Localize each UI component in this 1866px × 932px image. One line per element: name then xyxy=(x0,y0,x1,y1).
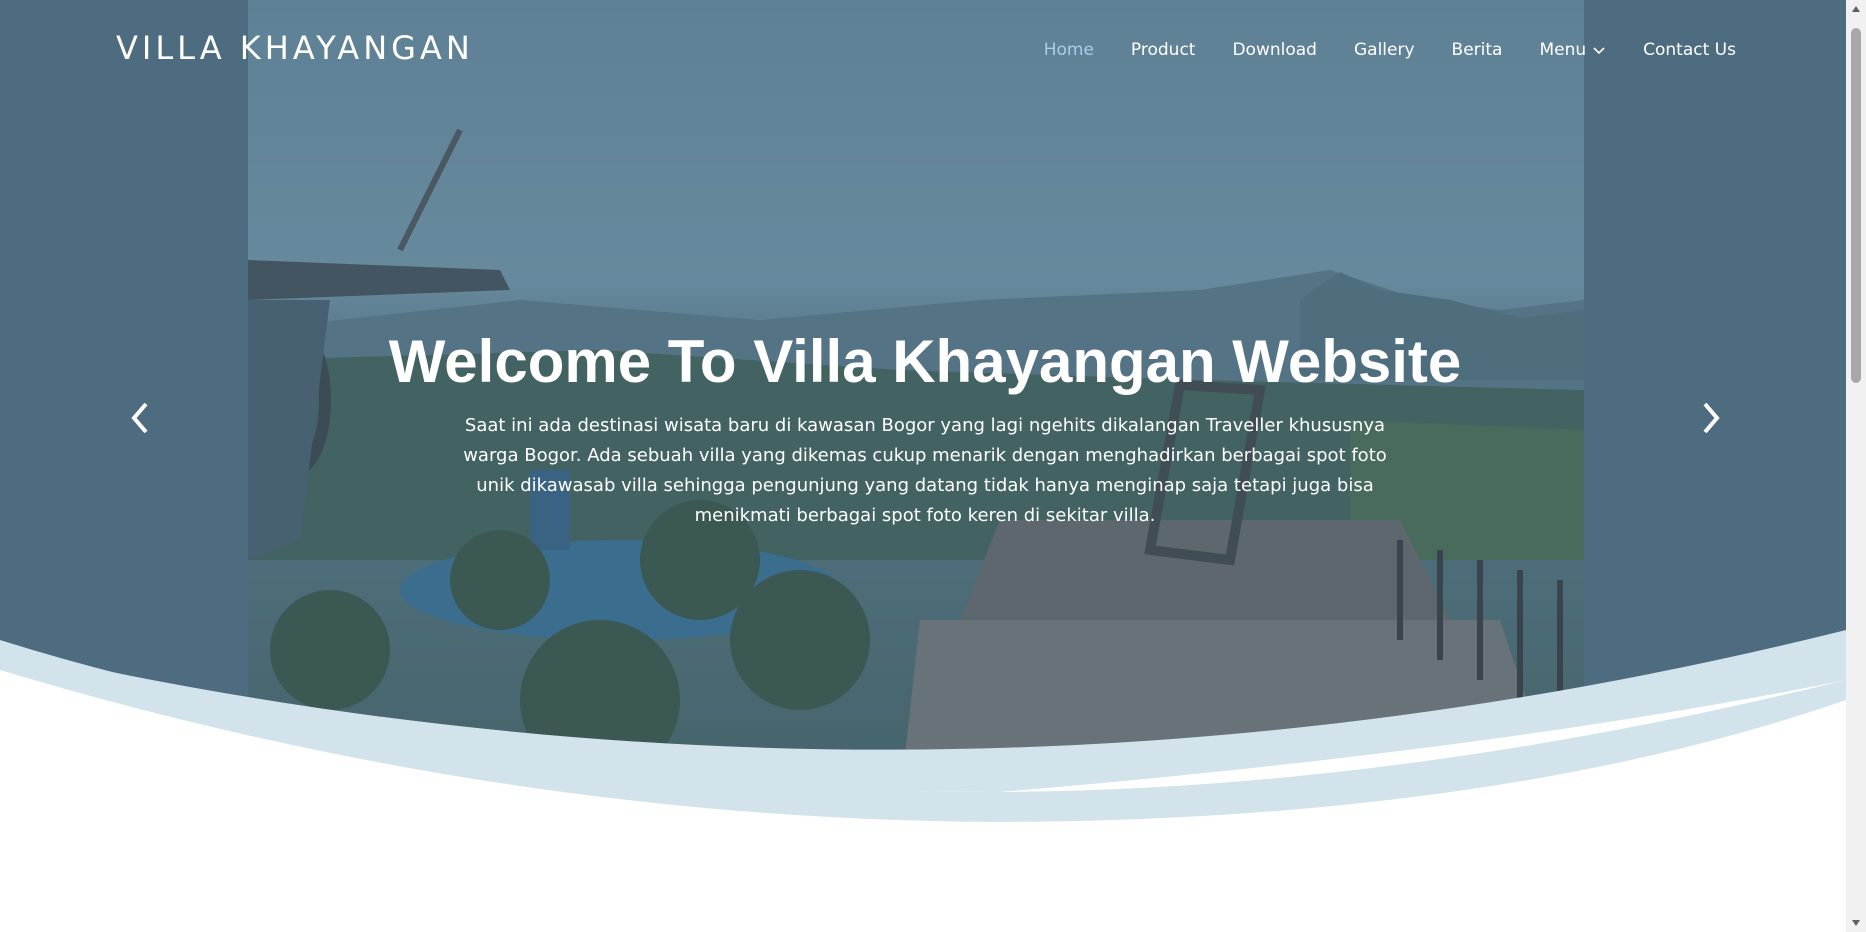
scroll-down-button[interactable] xyxy=(1846,914,1866,932)
nav-item-menu[interactable]: Menu xyxy=(1539,36,1606,64)
nav-item-label: Download xyxy=(1232,40,1317,60)
nav-item-label: Gallery xyxy=(1353,40,1415,60)
nav-item-label: Product xyxy=(1130,40,1196,60)
scrollbar-thumb[interactable] xyxy=(1851,28,1861,383)
page: VILLA KHAYANGAN Home Product Download Ga… xyxy=(0,0,1866,932)
carousel-prev-button[interactable] xyxy=(120,398,160,438)
site-logo[interactable]: VILLA KHAYANGAN xyxy=(116,28,474,68)
triangle-up-icon xyxy=(1852,6,1860,12)
chevron-right-icon xyxy=(1703,402,1720,434)
nav-item-contact-us[interactable]: Contact Us xyxy=(1643,36,1736,64)
nav-item-label: Menu xyxy=(1539,40,1587,60)
nav-item-home[interactable]: Home xyxy=(1044,36,1094,64)
site-header: VILLA KHAYANGAN Home Product Download Ga… xyxy=(0,0,1846,100)
hero-title: Welcome To Villa Khayangan Website xyxy=(388,328,1462,396)
nav-item-download[interactable]: Download xyxy=(1232,36,1317,64)
nav-item-label: Home xyxy=(1043,40,1094,60)
nav-item-product[interactable]: Product xyxy=(1131,36,1196,64)
hero-description: Saat ini ada destinasi wisata baru di ka… xyxy=(463,415,1387,526)
hero-wave xyxy=(0,630,1846,932)
scroll-up-button[interactable] xyxy=(1846,0,1866,18)
nav-item-label: Contact Us xyxy=(1643,40,1736,60)
chevron-down-icon xyxy=(1593,47,1605,55)
page-scrollbar[interactable] xyxy=(1846,0,1866,932)
carousel-next-button[interactable] xyxy=(1691,398,1731,438)
nav-item-gallery[interactable]: Gallery xyxy=(1354,36,1415,64)
hero-section: VILLA KHAYANGAN Home Product Download Ga… xyxy=(0,0,1846,932)
chevron-left-icon xyxy=(131,402,148,434)
nav-item-label: Berita xyxy=(1451,40,1503,60)
triangle-down-icon xyxy=(1852,920,1860,926)
main-nav: Home Product Download Gallery Berita Men… xyxy=(1044,36,1736,64)
nav-item-berita[interactable]: Berita xyxy=(1452,36,1503,64)
